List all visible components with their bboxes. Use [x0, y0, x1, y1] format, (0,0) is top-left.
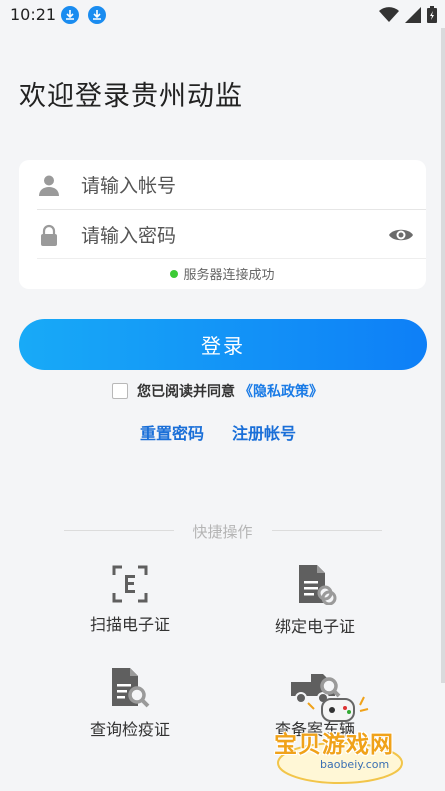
account-field[interactable] — [19, 162, 426, 210]
watermark: 宝贝游戏网 baobeiy.com — [268, 685, 418, 785]
login-button[interactable]: 登录 — [19, 319, 427, 370]
lock-icon — [41, 224, 57, 246]
password-field[interactable] — [19, 212, 426, 260]
agreement-checkbox[interactable] — [112, 383, 128, 399]
scrollbar[interactable] — [441, 28, 445, 683]
watermark-url: baobeiy.com — [320, 758, 390, 771]
user-icon — [39, 175, 59, 196]
quick-actions-title: 快捷操作 — [192, 523, 253, 541]
quick-action-scan[interactable]: 扫描电子证 — [65, 565, 195, 635]
scan-certificate-icon — [112, 565, 148, 603]
field-divider — [37, 209, 426, 210]
download-icon — [88, 6, 106, 24]
signal-icon — [405, 6, 421, 23]
server-status-text: 服务器连接成功 — [183, 268, 275, 283]
server-status: 服务器连接成功 — [19, 264, 426, 283]
status-bar: 10:21 — [0, 0, 445, 30]
search-certificate-icon — [112, 668, 150, 708]
quick-action-label: 扫描电子证 — [89, 615, 170, 634]
quick-action-label: 绑定电子证 — [274, 617, 355, 636]
register-link[interactable]: 注册帐号 — [232, 420, 296, 444]
battery-icon — [427, 6, 437, 23]
account-links: 重置密码 注册帐号 — [140, 420, 296, 444]
privacy-policy-link[interactable]: 《隐私政策》 — [239, 381, 323, 401]
wifi-icon — [379, 6, 399, 22]
quick-action-label: 查询检疫证 — [89, 720, 170, 739]
eye-icon[interactable] — [388, 224, 414, 246]
agreement-text: 您已阅读并同意 — [137, 384, 235, 400]
page-title: 欢迎登录贵州动监 — [19, 81, 243, 112]
status-time: 10:21 — [10, 5, 57, 24]
agreement-row: 您已阅读并同意 《隐私政策》 — [112, 381, 323, 401]
reset-password-link[interactable]: 重置密码 — [140, 420, 204, 444]
field-divider — [37, 258, 426, 259]
status-dot-icon — [170, 270, 179, 278]
bind-certificate-icon — [299, 565, 337, 605]
quick-action-query[interactable]: 查询检疫证 — [65, 668, 195, 740]
account-input[interactable] — [81, 170, 381, 202]
quick-action-bind[interactable]: 绑定电子证 — [250, 565, 380, 637]
download-icon — [61, 6, 79, 24]
password-input[interactable] — [81, 220, 381, 252]
watermark-text: 宝贝游戏网 — [274, 732, 394, 758]
login-card: 服务器连接成功 — [19, 160, 426, 289]
